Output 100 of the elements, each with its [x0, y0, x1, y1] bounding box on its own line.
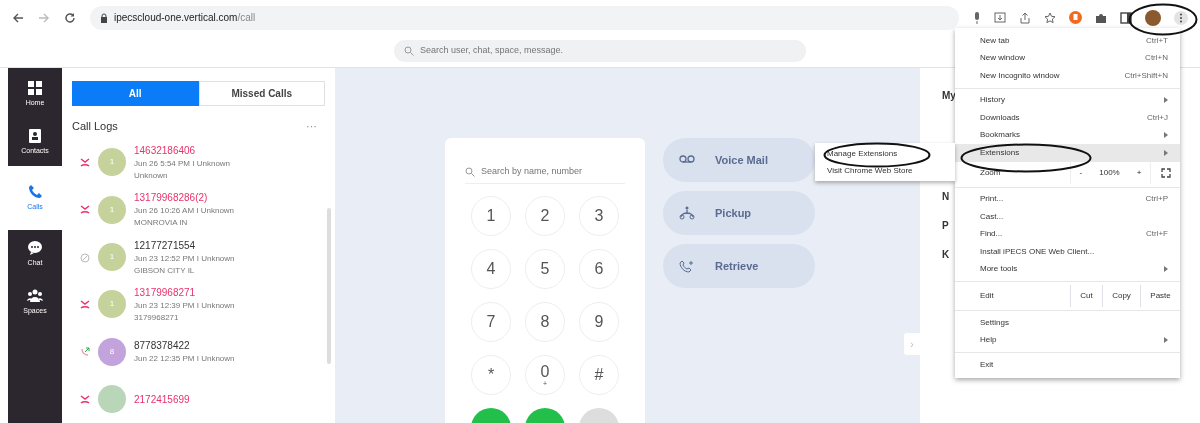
avatar-circle: 1 — [98, 195, 126, 224]
phone-number: 12177271554 — [134, 238, 197, 253]
menu-item[interactable]: Install iPECS ONE Web Client... — [955, 243, 1180, 261]
menu-item[interactable]: Downloads Ctrl+J — [955, 109, 1180, 127]
action-button[interactable]: Pickup — [663, 191, 815, 235]
shortcut-text: Ctrl+Shift+N — [1124, 69, 1168, 82]
edit-button[interactable]: Paste — [1140, 285, 1180, 307]
more-button[interactable]: ··· — [306, 118, 317, 135]
avatar-circle: 1 — [98, 148, 126, 177]
menu-item-label: Edit — [980, 290, 995, 302]
edit-button[interactable]: Copy — [1101, 285, 1141, 307]
back-arrow-icon[interactable] — [12, 11, 24, 24]
dial-key[interactable]: 3 — [579, 196, 619, 236]
search-bar[interactable]: Search user, chat, space, message. — [394, 40, 806, 62]
phone-number: 2172415699 — [134, 392, 190, 407]
call-time: Jun 23 12:52 PM I Unknown — [134, 252, 235, 265]
menu-item[interactable]: New window Ctrl+N — [955, 49, 1180, 67]
call-time: Jun 26 10:26 AM I Unknown — [134, 205, 235, 218]
menu-item[interactable]: More tools — [955, 260, 1180, 278]
star-icon[interactable] — [1044, 11, 1056, 24]
menu-item[interactable]: Cast... — [955, 208, 1180, 226]
microphone-icon[interactable] — [973, 11, 981, 24]
caller-location: MONROVIA IN — [134, 217, 189, 230]
avatar-circle: 1 — [98, 243, 126, 272]
fullscreen-icon[interactable] — [1160, 167, 1171, 178]
avatar-circle: 1 — [98, 290, 126, 319]
menu-item-label: Downloads — [980, 111, 1020, 124]
zoom-level: 100% — [1099, 166, 1120, 179]
reload-icon[interactable] — [64, 11, 76, 24]
missed-call-icon — [80, 156, 90, 168]
filter-tab[interactable]: All — [72, 81, 199, 106]
search-field[interactable]: Search user, chat, space, message. — [420, 44, 796, 58]
dial-key[interactable]: 5 — [525, 249, 565, 289]
dial-key[interactable]: * — [471, 355, 511, 395]
pickup-icon — [679, 206, 695, 220]
download-icon[interactable] — [994, 11, 1006, 24]
menu-item[interactable]: History — [955, 91, 1180, 109]
caller-location: Unknown — [134, 169, 169, 182]
dial-key[interactable]: # — [579, 355, 619, 395]
phone-number: 13179968271 — [134, 285, 197, 300]
call-time: Jun 23 12:39 PM I Unknown — [134, 299, 235, 312]
menu-item[interactable]: Exit — [955, 356, 1180, 374]
menu-item[interactable]: New Incognito window Ctrl+Shift+N — [955, 67, 1180, 85]
more-vertical-icon[interactable] — [1174, 9, 1188, 26]
shortcut-text: Ctrl+F — [1146, 228, 1168, 241]
missed-call-icon — [80, 204, 90, 216]
search-bar[interactable]: Search by name, number — [465, 160, 625, 184]
annotation-ellipse — [1128, 3, 1198, 36]
menu-item[interactable]: New tab Ctrl+T — [955, 32, 1180, 50]
menu-item-label: New window — [980, 52, 1025, 65]
dial-key[interactable]: 6 — [579, 249, 619, 289]
dial-key[interactable]: 9 — [579, 302, 619, 342]
profile-avatar[interactable] — [1145, 9, 1161, 26]
grid-icon — [27, 79, 43, 96]
side-panel-icon[interactable] — [1120, 11, 1132, 24]
scrollbar[interactable] — [327, 208, 331, 364]
menu-item[interactable]: Extensions — [955, 144, 1180, 162]
filter-tab[interactable]: Missed Calls — [198, 81, 325, 106]
shortcut-text: Ctrl+J — [1146, 111, 1168, 124]
search-icon — [465, 166, 475, 177]
phone-plus-icon — [679, 259, 695, 273]
dial-key[interactable]: 8 — [525, 302, 565, 342]
zoom-in-button[interactable]: + — [1136, 166, 1142, 179]
zoom-out-button[interactable]: - — [1079, 166, 1083, 179]
panel-label: My — [942, 89, 956, 103]
menu-item[interactable]: Settings — [955, 314, 1180, 332]
share-icon[interactable] — [1019, 11, 1031, 24]
phone-number: 14632186406 — [134, 143, 197, 158]
menu-item[interactable]: Print... Ctrl+P — [955, 190, 1180, 208]
edit-button[interactable]: Cut — [1070, 285, 1102, 307]
lock-icon — [100, 12, 108, 23]
menu-item-label: History — [980, 94, 1005, 107]
missed-call-icon — [80, 298, 90, 310]
menu-item-label: Install iPECS ONE Web Client... — [980, 245, 1095, 258]
phone-icon — [27, 183, 43, 200]
menu-item-label: Settings — [980, 316, 1009, 329]
extension-icon[interactable] — [1069, 11, 1082, 24]
dial-key[interactable]: 7 — [471, 302, 511, 342]
dial-key[interactable]: 1 — [471, 196, 511, 236]
menu-item[interactable]: Bookmarks — [955, 126, 1180, 144]
outgoing-call-icon — [80, 346, 90, 358]
search-field[interactable]: Search by name, number — [481, 164, 625, 179]
search-icon — [404, 46, 414, 56]
menu-item-label: Find... — [980, 228, 1003, 241]
action-button[interactable]: Voice Mail — [663, 138, 815, 182]
menu-item-label: Extensions — [980, 146, 1020, 159]
panel-label: K — [942, 248, 950, 262]
shortcut-text: Ctrl+P — [1145, 193, 1168, 206]
menu-item-label: Print... — [980, 193, 1004, 206]
address-bar[interactable]: ipecscloud-one.vertical.com/call — [90, 5, 959, 30]
dial-key[interactable]: 4 — [471, 249, 511, 289]
call-time: Jun 26 5:54 PM I Unknown — [134, 157, 231, 170]
action-button[interactable]: Retrieve — [663, 244, 815, 288]
menu-item[interactable]: Find... Ctrl+F — [955, 225, 1180, 243]
menu-item[interactable]: Help — [955, 331, 1180, 349]
menu-item[interactable]: Visit Chrome Web Store — [815, 162, 955, 179]
dial-key[interactable]: 2 — [525, 196, 565, 236]
shortcut-text: Ctrl+T — [1146, 34, 1168, 47]
avatar-circle: 8 — [98, 337, 126, 366]
menu-item[interactable]: Manage Extensions — [815, 145, 955, 162]
